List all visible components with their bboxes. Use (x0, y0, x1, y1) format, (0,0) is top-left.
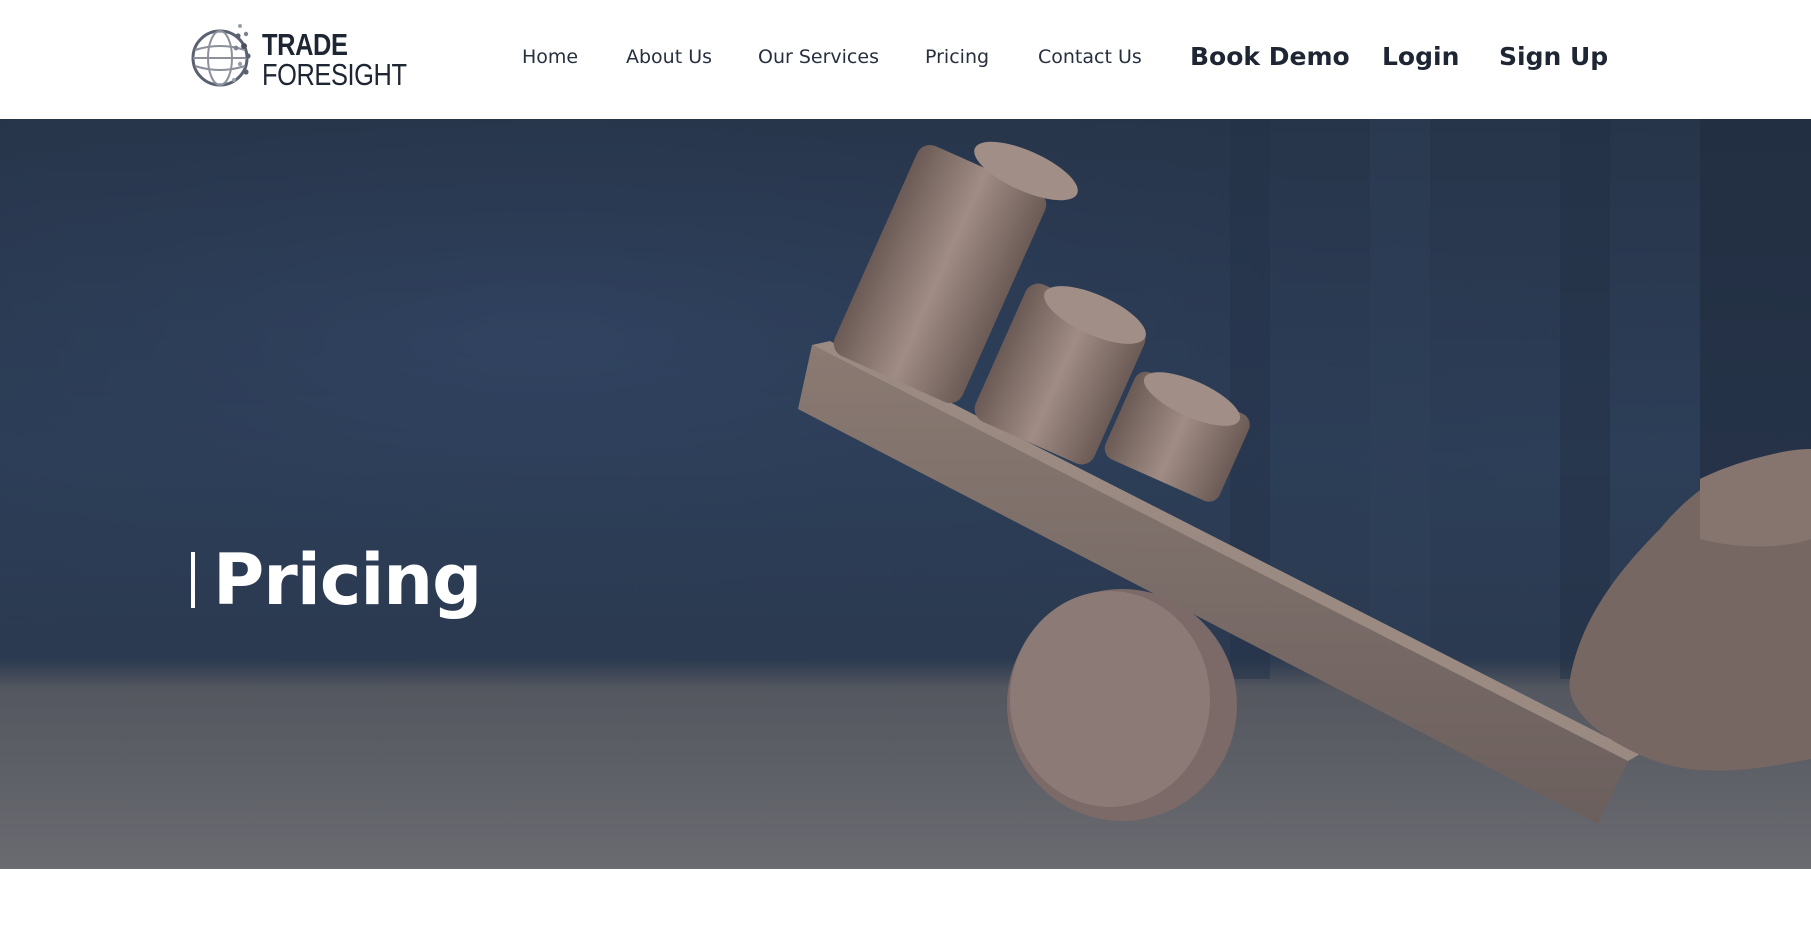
page-title: Pricing (213, 539, 482, 621)
nav-item-home[interactable]: Home (522, 0, 578, 114)
sign-up-button[interactable]: Sign Up (1499, 0, 1608, 114)
page-heading: Pricing (191, 535, 482, 625)
hero-banner: Pricing (0, 119, 1811, 869)
main-nav: Home About Us Our Services Pricing Conta… (0, 0, 1811, 114)
nav-item-our-services[interactable]: Our Services (758, 0, 879, 114)
heading-accent-bar (191, 552, 195, 608)
login-button[interactable]: Login (1382, 0, 1459, 114)
nav-item-about-us[interactable]: About Us (626, 0, 712, 114)
nav-item-pricing[interactable]: Pricing (925, 0, 989, 114)
nav-item-contact-us[interactable]: Contact Us (1038, 0, 1142, 114)
page-content-start (0, 869, 1811, 935)
site-header: TRADE FORESIGHT Home About Us Our Servic… (0, 0, 1811, 119)
coins-on-seesaw-photo (0, 119, 1811, 824)
book-demo-button[interactable]: Book Demo (1190, 0, 1350, 114)
